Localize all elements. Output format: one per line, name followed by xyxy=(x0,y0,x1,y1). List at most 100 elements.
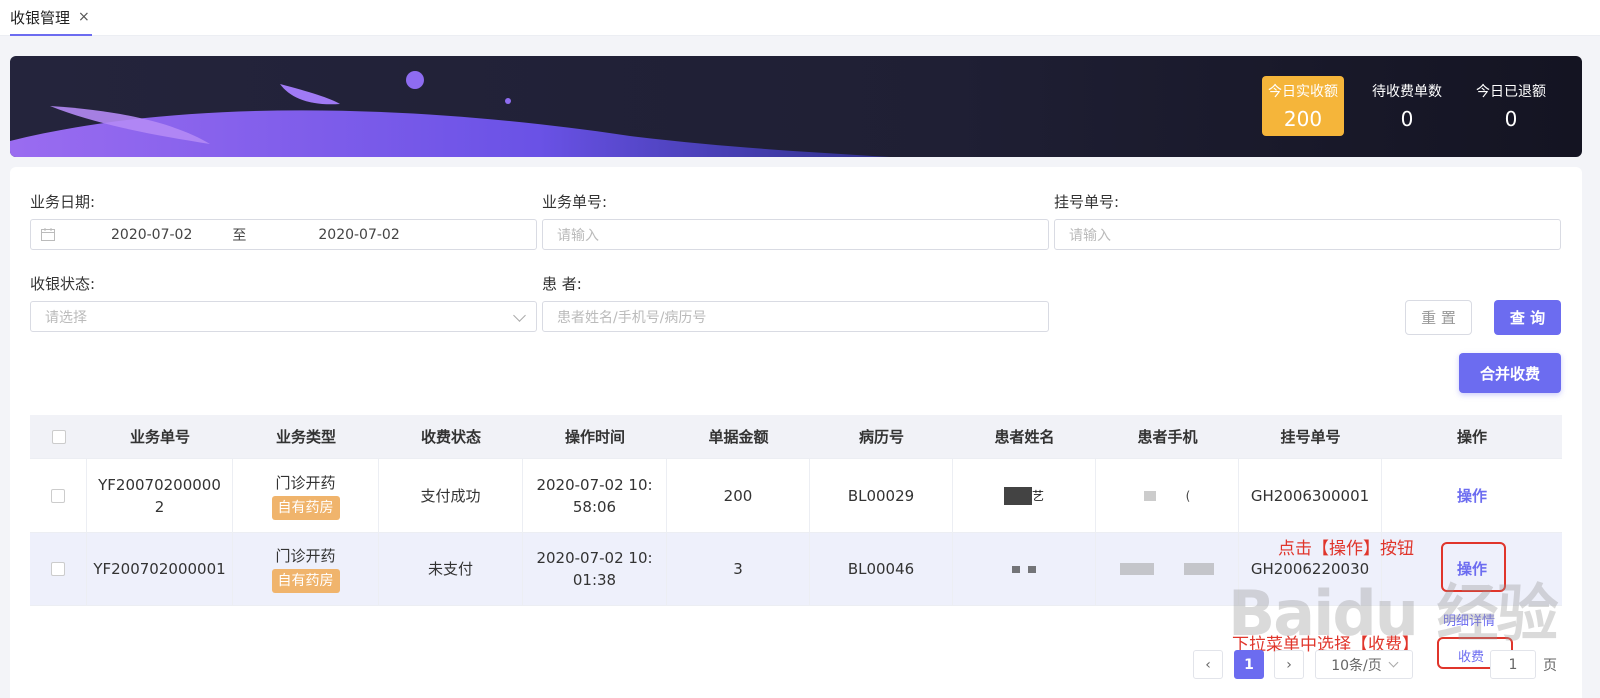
op-cell: 操作 xyxy=(1382,459,1562,532)
reg-no-label: 挂号单号: xyxy=(1054,193,1120,211)
stat-label: 今日实收额 xyxy=(1268,84,1338,100)
stat-pending-count[interactable]: 待收费单数 0 xyxy=(1366,76,1448,136)
redacted-name xyxy=(1012,565,1020,573)
record-no-cell: BL00029 xyxy=(810,459,953,532)
col-header: 挂号单号 xyxy=(1280,427,1341,446)
summary-banner: 今日实收额 200 待收费单数 0 今日已退额 0 xyxy=(10,56,1582,157)
patient-input[interactable]: 患者姓名/手机号/病历号 xyxy=(542,301,1049,332)
search-button[interactable]: 查 询 xyxy=(1494,300,1561,335)
time-line1: 2020-07-02 10: xyxy=(536,475,653,494)
patient-phone-fragment: ( xyxy=(1185,488,1191,503)
status-cell: 未支付 xyxy=(379,533,523,605)
col-header: 患者手机 xyxy=(1137,427,1198,446)
date-range-picker[interactable]: 2020-07-02 至 2020-07-02 xyxy=(30,219,537,250)
pharmacy-tag: 自有药房 xyxy=(271,495,340,520)
tab-cashier-management[interactable]: 收银管理 × xyxy=(10,0,92,36)
stat-value: 0 xyxy=(1504,107,1518,131)
date-end: 2020-07-02 xyxy=(318,226,400,243)
chevron-down-icon xyxy=(513,309,526,322)
select-all-cell xyxy=(30,415,87,458)
stat-label: 待收费单数 xyxy=(1372,84,1442,100)
time-line2: 01:38 xyxy=(572,571,617,589)
row-checkbox[interactable] xyxy=(51,562,65,576)
chevron-down-icon xyxy=(1388,657,1399,668)
table-row[interactable]: YF20070200000 2 门诊开药 自有药房 支付成功 2020-07-0… xyxy=(30,459,1562,533)
tab-label: 收银管理 xyxy=(10,8,71,27)
status-label: 收银状态: xyxy=(30,275,96,293)
order-no-line1: YF20070200000 xyxy=(98,475,221,494)
type-cell: 门诊开药 自有药房 xyxy=(233,459,379,532)
patient-placeholder: 患者姓名/手机号/病历号 xyxy=(557,309,707,326)
patient-name-cell: 艺 xyxy=(953,459,1096,532)
redacted-name xyxy=(1028,565,1036,573)
wave-decoration xyxy=(10,71,890,157)
goto-page-input[interactable]: 1 xyxy=(1490,650,1536,679)
stats-group: 今日实收额 200 待收费单数 0 今日已退额 0 xyxy=(1262,76,1552,136)
date-separator: 至 xyxy=(232,227,247,244)
col-header: 病历号 xyxy=(858,427,904,446)
baidu-watermark: Baidu 经验 xyxy=(1228,577,1558,650)
patient-label: 患 者: xyxy=(542,275,582,293)
stat-today-refunded[interactable]: 今日已退额 0 xyxy=(1470,76,1552,136)
reg-no-input[interactable]: 请输入 xyxy=(1054,219,1561,250)
merge-charge-button[interactable]: 合并收费 xyxy=(1459,353,1561,393)
patient-phone-cell xyxy=(1096,533,1239,605)
table-header: 业务单号 业务类型 收费状态 操作时间 单据金额 病历号 患者姓名 患者手机 挂… xyxy=(30,415,1562,459)
redacted-phone xyxy=(1143,490,1156,501)
col-header: 单据金额 xyxy=(708,427,769,446)
stat-today-received[interactable]: 今日实收额 200 xyxy=(1262,76,1344,136)
row-select-cell xyxy=(30,459,87,532)
time-cell: 2020-07-02 10: 01:38 xyxy=(523,533,667,605)
patient-phone-cell: ( xyxy=(1096,459,1239,532)
row-checkbox[interactable] xyxy=(51,488,65,503)
pharmacy-tag: 自有药房 xyxy=(271,569,340,593)
order-no-cell: YF200702000001 xyxy=(87,533,233,605)
amount-cell: 200 xyxy=(667,459,810,532)
redacted-phone xyxy=(1120,563,1154,575)
patient-name-fragment: 艺 xyxy=(1031,488,1044,503)
date-start: 2020-07-02 xyxy=(111,226,193,243)
order-no-placeholder: 请输入 xyxy=(557,227,599,244)
col-header: 患者姓名 xyxy=(994,427,1055,446)
col-header: 操作 xyxy=(1456,427,1487,446)
order-no-input[interactable]: 请输入 xyxy=(542,219,1049,250)
reg-no-cell: GH2006300001 xyxy=(1239,459,1382,532)
col-header: 操作时间 xyxy=(564,427,625,446)
patient-name-cell xyxy=(953,533,1096,605)
time-line2: 58:06 xyxy=(572,497,617,516)
redacted-phone xyxy=(1184,563,1214,575)
row-select-cell xyxy=(30,533,87,605)
tab-bar: 收银管理 × xyxy=(0,0,1600,36)
reset-button[interactable]: 重 置 xyxy=(1405,300,1472,335)
col-header: 业务单号 xyxy=(129,427,190,446)
order-no-label: 业务单号: xyxy=(542,193,608,211)
type-text: 门诊开药 xyxy=(275,473,336,492)
stat-label: 今日已退额 xyxy=(1476,84,1546,100)
time-line1: 2020-07-02 10: xyxy=(536,549,653,567)
prev-page-button[interactable]: ‹ xyxy=(1193,650,1223,679)
type-cell: 门诊开药 自有药房 xyxy=(233,533,379,605)
date-label: 业务日期: xyxy=(30,193,96,211)
select-all-checkbox[interactable] xyxy=(51,429,66,444)
redacted-name xyxy=(1003,486,1032,505)
next-page-button[interactable]: › xyxy=(1274,650,1304,679)
col-header: 业务类型 xyxy=(275,427,336,446)
status-cell: 支付成功 xyxy=(379,459,523,532)
reg-no-placeholder: 请输入 xyxy=(1069,227,1111,244)
stat-value: 200 xyxy=(1283,107,1323,131)
order-no-cell: YF20070200000 2 xyxy=(87,459,233,532)
time-cell: 2020-07-02 10: 58:06 xyxy=(523,459,667,532)
col-header: 收费状态 xyxy=(420,427,481,446)
stat-value: 0 xyxy=(1400,107,1414,131)
page-1-button[interactable]: 1 xyxy=(1234,650,1264,679)
type-text: 门诊开药 xyxy=(275,547,336,565)
status-select[interactable]: 请选择 xyxy=(30,301,537,332)
page-size-value: 10条/页 xyxy=(1331,657,1382,674)
operation-button[interactable]: 操作 xyxy=(1457,485,1487,507)
close-icon[interactable]: × xyxy=(78,9,90,25)
calendar-icon xyxy=(41,228,55,241)
page-suffix: 页 xyxy=(1543,658,1557,674)
status-placeholder: 请选择 xyxy=(45,309,87,326)
annotation-click-op: 点击【操作】按钮 xyxy=(1278,539,1414,559)
page-size-select[interactable]: 10条/页 xyxy=(1315,650,1413,679)
